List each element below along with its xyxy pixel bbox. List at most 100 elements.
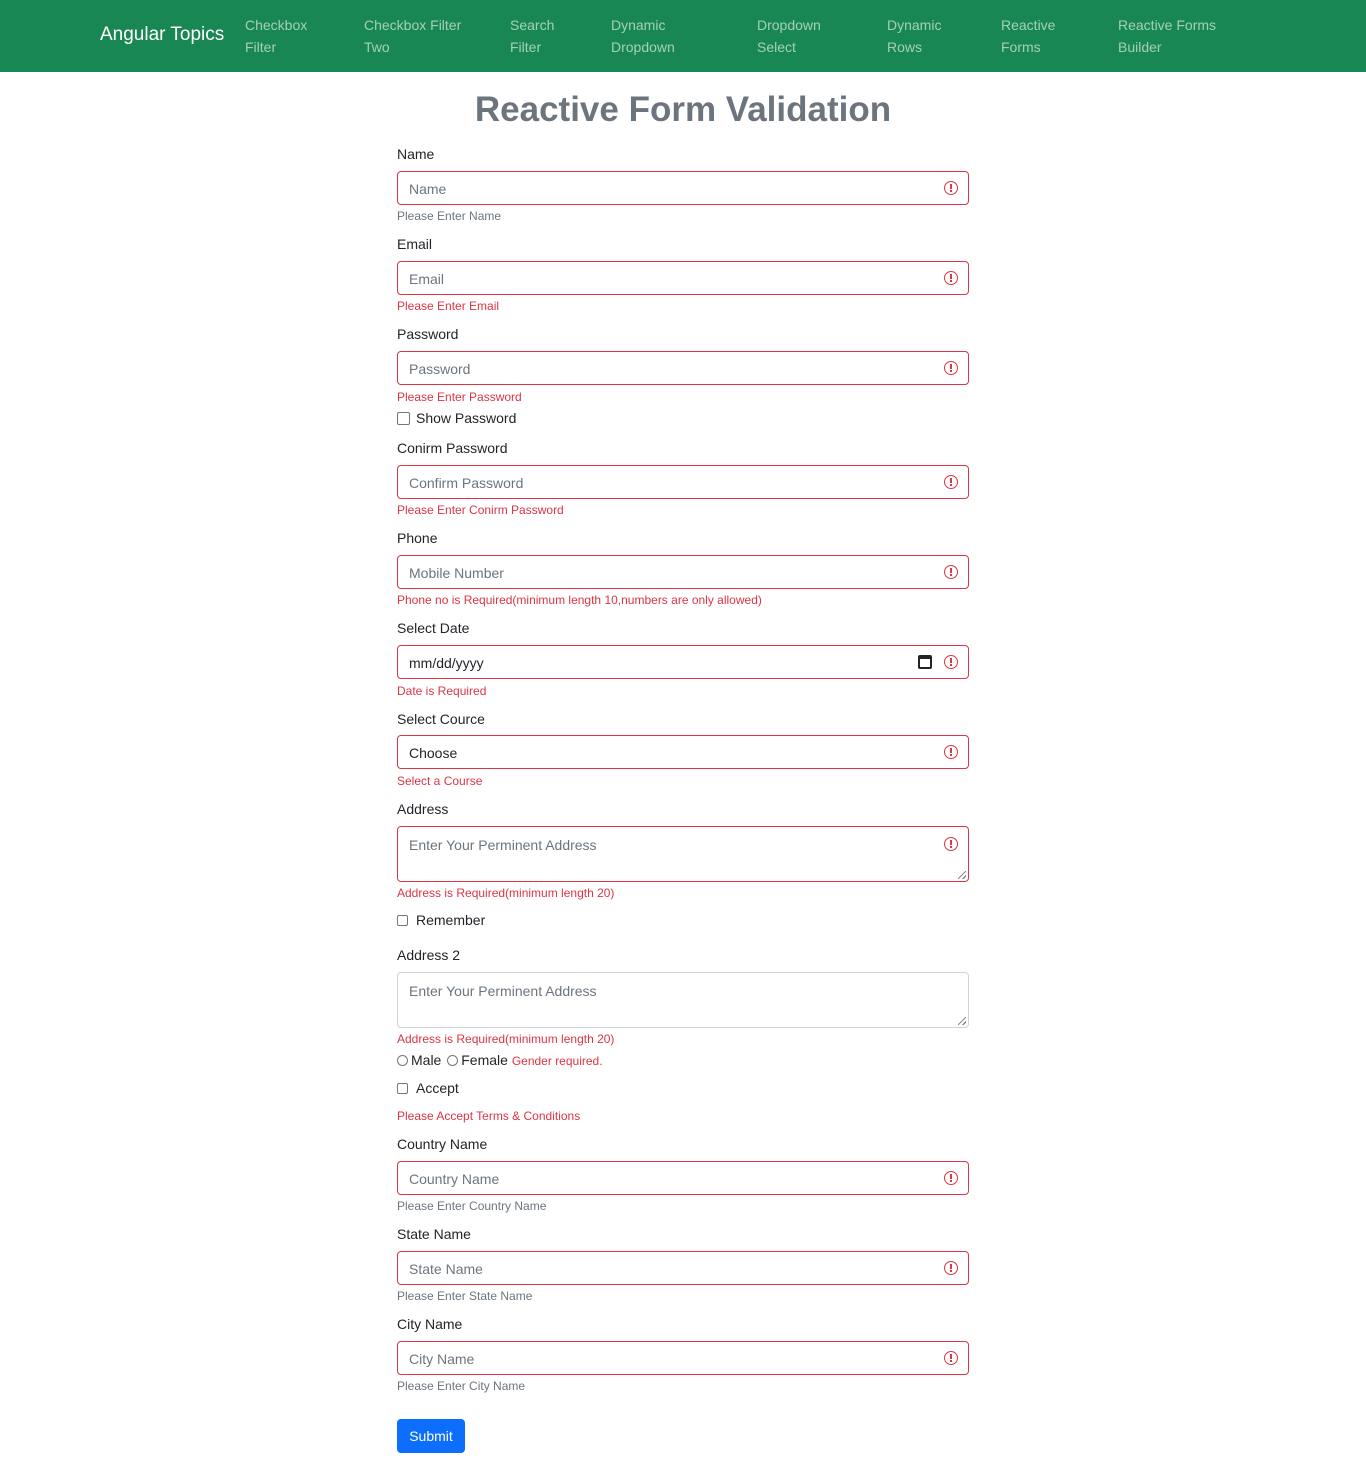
remember-label: Remember: [416, 912, 486, 928]
nav-checkbox-filter[interactable]: Checkbox Filter: [245, 14, 307, 58]
country-label: Country Name: [397, 1136, 488, 1152]
nav-item-line2: Two: [364, 39, 390, 55]
nav-search-filter[interactable]: Search Filter: [510, 14, 554, 58]
state-help: Please Enter State Name: [397, 1289, 533, 1303]
name-label: Name: [397, 146, 435, 162]
error-icon: [944, 181, 958, 195]
confirm-password-input[interactable]: Confirm Password: [397, 465, 969, 499]
male-label: Male: [411, 1052, 442, 1068]
nav-item-line2: Filter: [245, 39, 277, 55]
nav-item-line1: Checkbox Filter: [364, 17, 462, 33]
email-error: Please Enter Email: [397, 299, 500, 313]
brand-link[interactable]: Angular Topics: [100, 23, 224, 47]
nav-dynamic-rows[interactable]: Dynamic Rows: [887, 14, 941, 58]
female-label: Female: [461, 1052, 508, 1068]
radio-male[interactable]: [397, 1054, 408, 1066]
checkbox-box[interactable]: [397, 1082, 408, 1094]
nav-dynamic-dropdown[interactable]: Dynamic Dropdown: [611, 14, 675, 58]
address2-placeholder: Enter Your Perminent Address: [409, 983, 597, 999]
phone-placeholder: Mobile Number: [409, 565, 504, 581]
nav-dropdown-select[interactable]: Dropdown Select: [757, 14, 821, 58]
nav-checkbox-filter-two[interactable]: Checkbox Filter Two: [364, 14, 461, 58]
course-select[interactable]: Choose: [397, 735, 969, 769]
city-help: Please Enter City Name: [397, 1379, 526, 1393]
accept-checkbox[interactable]: Accept: [397, 1078, 459, 1098]
checkbox-box[interactable]: [397, 411, 410, 425]
nav-item-line2: Rows: [887, 39, 923, 55]
page-title: Reactive Form Validation: [474, 90, 892, 129]
calendar-icon[interactable]: [918, 655, 932, 669]
nav-item-line2: Select: [757, 39, 796, 55]
address-label: Address: [397, 801, 449, 817]
nav-item-line2: Forms: [1001, 39, 1041, 55]
nav-item-line2: Dropdown: [611, 39, 675, 55]
password-placeholder: Password: [409, 361, 471, 377]
error-icon: [944, 271, 958, 285]
state-placeholder: State Name: [409, 1261, 483, 1277]
nav-reactive-forms[interactable]: Reactive Forms: [1001, 14, 1055, 58]
course-selected-value: Choose: [409, 745, 458, 761]
nav-item-line1: Reactive Forms: [1118, 17, 1217, 33]
nav-item-line1: Dropdown: [757, 17, 821, 33]
name-input[interactable]: Name: [397, 171, 969, 205]
phone-input[interactable]: Mobile Number: [397, 555, 969, 589]
show-password-checkbox[interactable]: Show Password: [397, 408, 516, 428]
state-input[interactable]: State Name: [397, 1251, 969, 1285]
radio-female[interactable]: [447, 1054, 459, 1066]
country-placeholder: Country Name: [409, 1171, 500, 1187]
gender-error: Gender required.: [511, 1054, 603, 1068]
accept-error: Please Accept Terms & Conditions: [397, 1109, 581, 1123]
confirm-password-error: Please Enter Conirm Password: [397, 503, 564, 517]
password-input[interactable]: Password: [397, 351, 969, 385]
error-icon: [944, 475, 958, 489]
name-help: Please Enter Name: [397, 209, 502, 223]
nav-item-line2: Builder: [1118, 39, 1162, 55]
resize-handle[interactable]: [958, 871, 966, 879]
course-error: Select a Course: [397, 774, 483, 788]
remember-checkbox[interactable]: Remember: [397, 910, 485, 930]
nav-item-line1: Search: [510, 17, 555, 33]
country-input[interactable]: Country Name: [397, 1161, 969, 1195]
address2-textarea[interactable]: Enter Your Perminent Address: [397, 972, 969, 1028]
error-icon: [944, 361, 958, 375]
address2-error: Address is Required(minimum length 20): [397, 1032, 615, 1046]
address-error: Address is Required(minimum length 20): [397, 886, 615, 900]
name-placeholder: Name: [409, 181, 447, 197]
error-icon: [944, 745, 958, 759]
confirm-password-label: Conirm Password: [397, 440, 508, 456]
error-icon: [944, 1171, 958, 1185]
submit-button[interactable]: Submit: [397, 1419, 465, 1453]
confirm-password-placeholder: Confirm Password: [409, 475, 524, 491]
top-navbar: Angular Topics Checkbox Filter Checkbox …: [0, 0, 1366, 72]
city-input[interactable]: City Name: [397, 1341, 969, 1375]
checkbox-box[interactable]: [397, 914, 408, 926]
date-input[interactable]: mm/dd/yyyy: [397, 645, 969, 679]
country-help: Please Enter Country Name: [397, 1199, 547, 1213]
show-password-label: Show Password: [416, 410, 517, 426]
accept-label: Accept: [416, 1080, 459, 1096]
resize-handle[interactable]: [958, 1017, 966, 1025]
date-label: Select Date: [397, 620, 470, 636]
course-label: Select Cource: [397, 711, 485, 727]
nav-item-line1: Reactive: [1001, 17, 1056, 33]
password-error: Please Enter Password: [397, 390, 522, 404]
email-label: Email: [397, 236, 433, 252]
address2-label: Address 2: [397, 947, 461, 963]
password-label: Password: [397, 326, 459, 342]
error-icon: [944, 1351, 958, 1365]
address-textarea[interactable]: Enter Your Perminent Address: [397, 826, 969, 882]
error-icon: [944, 655, 958, 669]
error-icon: [944, 837, 958, 851]
gender-radio-group: Male Female Gender required.: [397, 1050, 603, 1071]
error-icon: [944, 1261, 958, 1275]
nav-item-line1: Dynamic: [887, 17, 942, 33]
phone-error: Phone no is Required(minimum length 10,n…: [397, 593, 762, 607]
state-label: State Name: [397, 1226, 471, 1242]
city-placeholder: City Name: [409, 1351, 475, 1367]
nav-item-line1: Checkbox: [245, 17, 308, 33]
address-placeholder: Enter Your Perminent Address: [409, 837, 597, 853]
email-input[interactable]: Email: [397, 261, 969, 295]
city-label: City Name: [397, 1316, 463, 1332]
phone-label: Phone: [397, 530, 438, 546]
nav-reactive-forms-builder[interactable]: Reactive Forms Builder: [1118, 14, 1216, 58]
